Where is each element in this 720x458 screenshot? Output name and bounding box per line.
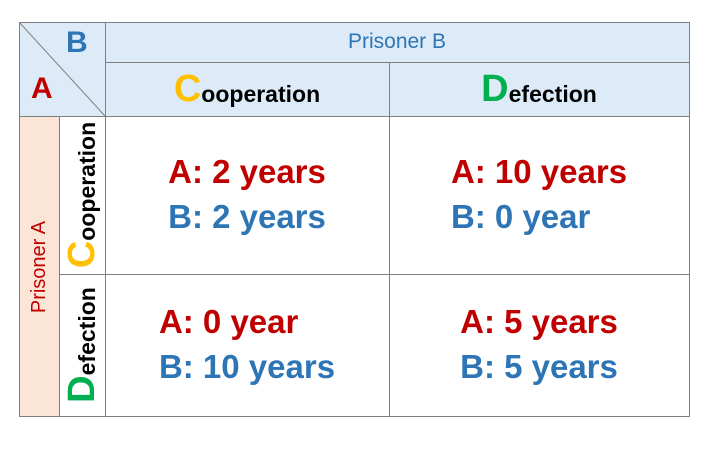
column-header-defection: Defection bbox=[389, 62, 689, 116]
row-header-rest: efection bbox=[73, 287, 100, 376]
grid-bottom bbox=[19, 416, 689, 417]
payoff-cell-defect-coop: A: 0 year B: 10 years bbox=[105, 274, 389, 416]
payoff-b: B: 5 years bbox=[460, 348, 618, 385]
corner-player-b: B bbox=[66, 26, 88, 59]
row-header-rest: ooperation bbox=[73, 121, 100, 241]
row-header-defection: Defection bbox=[59, 274, 105, 416]
column-header-initial: D bbox=[481, 68, 509, 110]
row-title: Prisoner A bbox=[27, 220, 50, 314]
row-header-cooperation: Cooperation bbox=[59, 116, 105, 274]
payoff-b: B: 0 year bbox=[450, 198, 591, 235]
payoff-b: B: 2 years bbox=[168, 198, 326, 235]
payoff-b: B: 10 years bbox=[158, 348, 336, 385]
payoff-a: A: 0 year bbox=[158, 303, 299, 341]
payoff-a: A: 2 years bbox=[168, 153, 326, 191]
row-header-initial: C bbox=[61, 240, 103, 269]
grid-right bbox=[689, 22, 690, 417]
payoff-cell-defect-defect: A: 5 years B: 5 years bbox=[389, 274, 689, 416]
row-header-initial: D bbox=[61, 375, 103, 403]
column-header-rest: ooperation bbox=[201, 80, 321, 107]
column-header-cooperation: Cooperation bbox=[105, 62, 389, 116]
column-title: Prisoner B bbox=[347, 30, 447, 53]
payoff-a: A: 10 years bbox=[450, 153, 628, 191]
corner-player-a: A bbox=[31, 72, 53, 105]
payoff-cell-coop-coop: A: 2 years B: 2 years bbox=[105, 116, 389, 274]
column-header-rest: efection bbox=[508, 80, 597, 107]
payoff-a: A: 5 years bbox=[460, 303, 618, 341]
payoff-cell-coop-defect: A: 10 years B: 0 year bbox=[389, 116, 689, 274]
column-header-initial: C bbox=[173, 68, 202, 110]
